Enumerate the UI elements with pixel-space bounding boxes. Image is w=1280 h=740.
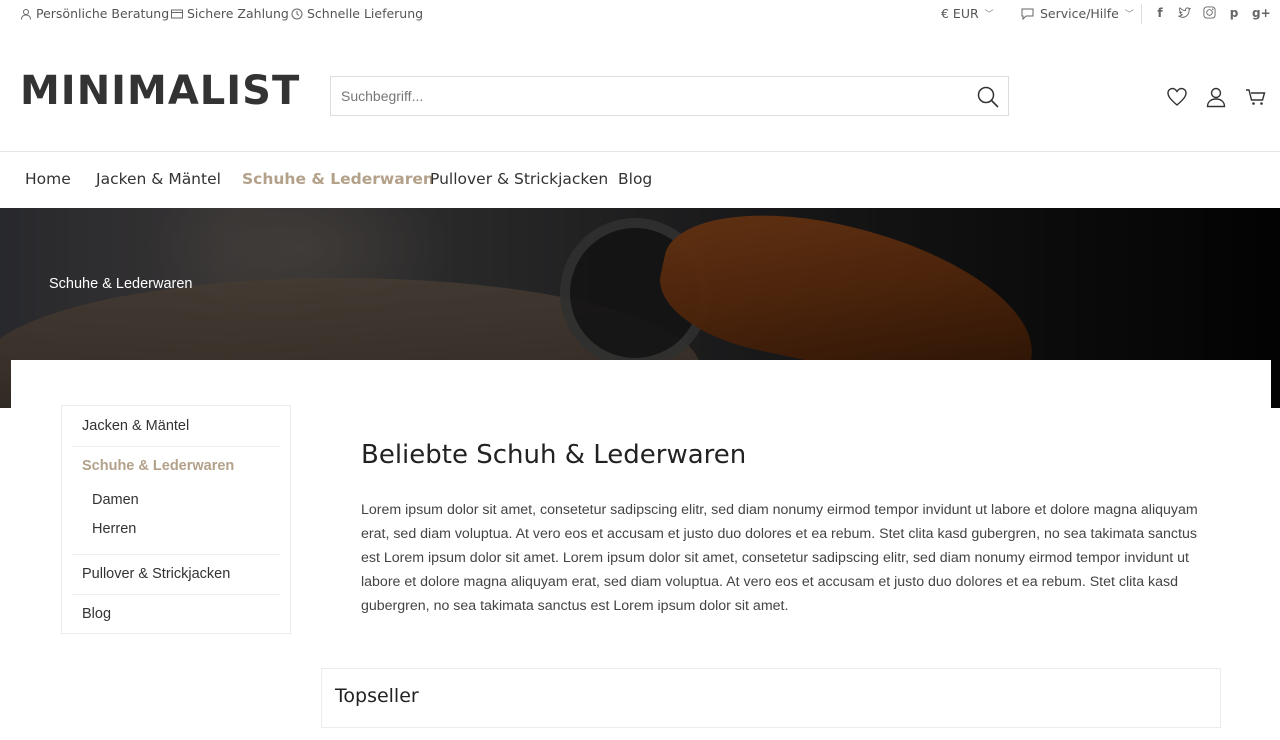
sidebar-item-blog[interactable]: Blog <box>82 606 111 622</box>
instagram-icon[interactable] <box>1202 6 1216 20</box>
topseller-section: Topseller <box>321 668 1221 728</box>
search-input[interactable] <box>331 77 961 115</box>
twitter-icon[interactable] <box>1176 6 1191 20</box>
top-bar: Persönliche Beratung Sichere Zahlung Sch… <box>0 0 1280 28</box>
hero-title: Schuhe & Lederwaren <box>49 276 193 292</box>
main-nav: Home Jacken & Mäntel Schuhe & Lederwaren… <box>0 152 1280 208</box>
chevron-down-icon: ﹀ <box>1124 10 1134 20</box>
cart-icon[interactable] <box>1245 86 1267 108</box>
user-icon <box>21 8 31 20</box>
chat-icon <box>1021 8 1034 20</box>
usp-consulting: Persönliche Beratung <box>20 6 169 21</box>
search-icon[interactable] <box>976 85 1000 109</box>
usp-label: Sichere Zahlung <box>187 6 289 21</box>
usp-payment: Sichere Zahlung <box>171 6 289 21</box>
sidebar-divider <box>72 446 280 447</box>
facebook-icon[interactable]: f <box>1153 6 1167 20</box>
usp-delivery: Schnelle Lieferung <box>291 6 423 21</box>
sidebar-item-jacken[interactable]: Jacken & Mäntel <box>82 418 189 434</box>
clock-icon <box>291 8 303 19</box>
google-plus-icon[interactable]: g+ <box>1252 6 1271 20</box>
logo[interactable]: MINIMALIST <box>20 68 300 114</box>
nav-item-schuhe[interactable]: Schuhe & Lederwaren <box>242 170 434 188</box>
account-icon[interactable] <box>1205 86 1227 108</box>
currency-label: € EUR <box>941 6 979 21</box>
nav-item-blog[interactable]: Blog <box>618 170 652 188</box>
topseller-heading: Topseller <box>335 685 419 707</box>
sidebar-subitem-damen[interactable]: Damen <box>92 492 139 508</box>
usp-label: Schnelle Lieferung <box>307 6 424 21</box>
sidebar-subitem-herren[interactable]: Herren <box>92 521 136 537</box>
topbar-divider <box>1141 4 1142 24</box>
category-description: Lorem ipsum dolor sit amet, consetetur s… <box>361 502 1198 614</box>
credit-card-icon <box>171 9 183 18</box>
service-menu[interactable]: Service/Hilfe ﹀ <box>1021 6 1134 21</box>
sidebar-divider <box>72 554 280 555</box>
nav-item-jacken[interactable]: Jacken & Mäntel <box>96 170 221 188</box>
nav-item-home[interactable]: Home <box>25 170 71 188</box>
nav-item-pullover[interactable]: Pullover & Strickjacken <box>430 170 608 188</box>
heart-icon[interactable] <box>1166 86 1188 108</box>
pinterest-icon[interactable]: p <box>1227 6 1241 20</box>
sidebar-divider <box>72 594 280 595</box>
sidebar-item-schuhe[interactable]: Schuhe & Lederwaren <box>82 458 234 474</box>
usp-label: Persönliche Beratung <box>36 6 170 21</box>
sidebar-item-pullover[interactable]: Pullover & Strickjacken <box>82 566 230 582</box>
category-sidebar: Jacken & Mäntel Schuhe & Lederwaren Dame… <box>61 405 291 634</box>
service-label: Service/Hilfe <box>1040 6 1119 21</box>
search-box <box>330 76 1009 116</box>
category-headline: Beliebte Schuh & Lederwaren <box>361 440 747 470</box>
chevron-down-icon: ﹀ <box>984 10 994 20</box>
currency-selector[interactable]: € EUR ﹀ <box>941 6 994 21</box>
